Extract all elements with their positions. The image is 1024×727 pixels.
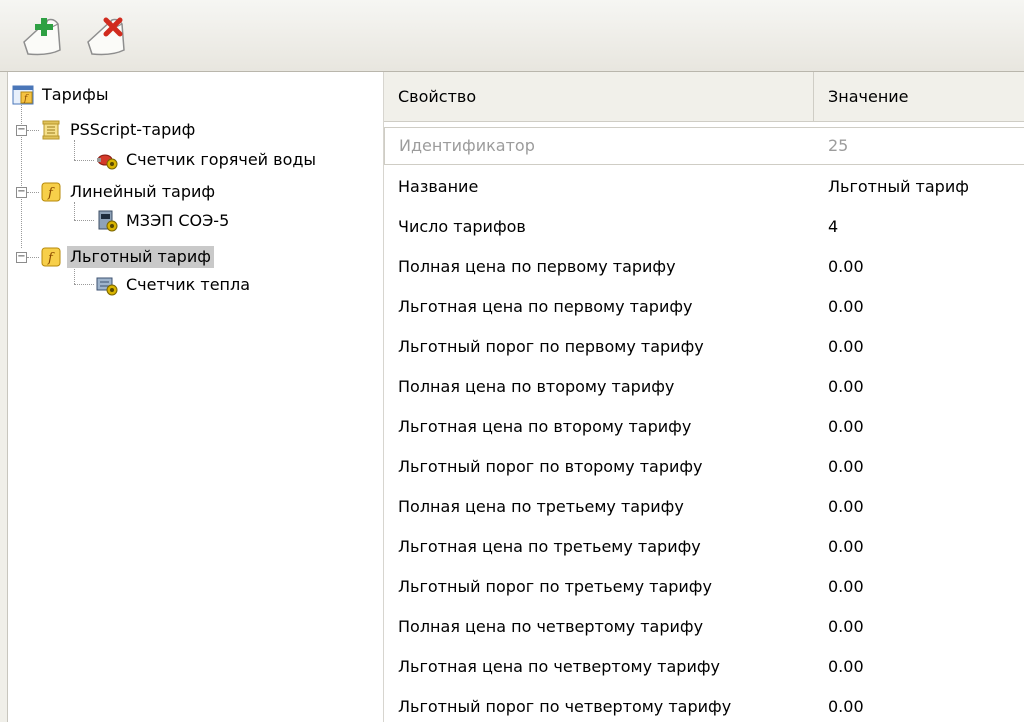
property-value[interactable]: 0.00 xyxy=(814,687,1024,727)
tree-item-label: МЗЭП СОЭ-5 xyxy=(126,211,230,230)
electric-meter-icon xyxy=(96,210,118,232)
property-name: Полная цена по третьему тарифу xyxy=(398,497,684,516)
tariff-tree[interactable]: f Тарифы − PSScript-тариф Счетчик горяче… xyxy=(8,72,384,722)
column-header-value[interactable]: Значение xyxy=(814,72,1024,121)
property-row[interactable]: Льготная цена по второму тарифу 0.00 xyxy=(384,407,1024,447)
tree-connector xyxy=(74,220,94,221)
property-value[interactable]: 0.00 xyxy=(814,647,1024,687)
collapse-toggle[interactable]: − xyxy=(16,187,27,198)
property-value[interactable]: 0.00 xyxy=(814,447,1024,487)
tree-connector xyxy=(74,140,75,160)
tree-item-label: PSScript-тариф xyxy=(70,120,196,139)
tree-root-tariffs[interactable]: f Тарифы xyxy=(12,82,111,108)
property-row[interactable]: Льготная цена по третьему тарифу 0.00 xyxy=(384,527,1024,567)
tree-item-label: Линейный тариф xyxy=(70,182,216,201)
tree-item-label: Счетчик тепла xyxy=(126,275,251,294)
property-row[interactable]: Полная цена по третьему тарифу 0.00 xyxy=(384,487,1024,527)
property-name: Льготная цена по четвертому тарифу xyxy=(398,657,720,676)
property-name: Льготный порог по первому тарифу xyxy=(398,337,704,356)
property-row[interactable]: Льготная цена по первому тарифу 0.00 xyxy=(384,287,1024,327)
property-row[interactable]: Льготный порог по четвертому тарифу 0.00 xyxy=(384,687,1024,727)
property-value[interactable]: 4 xyxy=(814,207,1024,247)
tree-connector xyxy=(74,160,94,161)
property-grid: Свойство Значение Идентификатор 25 Названи… xyxy=(384,72,1024,722)
property-name: Льготный порог по третьему тарифу xyxy=(398,577,712,596)
property-row[interactable]: Полная цена по второму тарифу 0.00 xyxy=(384,367,1024,407)
tree-connector xyxy=(74,284,94,285)
add-tariff-button[interactable] xyxy=(18,12,68,60)
tree-item-psscript-tariff[interactable]: PSScript-тариф xyxy=(40,117,198,143)
property-name: Число тарифов xyxy=(398,217,526,236)
property-row[interactable]: Льготный порог по третьему тарифу 0.00 xyxy=(384,567,1024,607)
property-row[interactable]: Льготный порог по первому тарифу 0.00 xyxy=(384,327,1024,367)
property-row[interactable]: Льготная цена по четвертому тарифу 0.00 xyxy=(384,647,1024,687)
property-row[interactable]: Число тарифов 4 xyxy=(384,207,1024,247)
add-document-icon xyxy=(23,18,61,56)
tree-connector xyxy=(27,257,39,258)
tree-item-electric-meter[interactable]: МЗЭП СОЭ-5 xyxy=(96,208,232,234)
function-tariff-icon: f xyxy=(40,246,62,268)
property-name: Идентификатор xyxy=(384,127,814,165)
property-row[interactable]: Льготный порог по второму тарифу 0.00 xyxy=(384,447,1024,487)
tree-item-heat-meter[interactable]: Счетчик тепла xyxy=(96,272,253,298)
property-value[interactable]: 0.00 xyxy=(814,367,1024,407)
heat-meter-icon xyxy=(96,274,118,296)
collapse-toggle[interactable]: − xyxy=(16,125,27,136)
property-row[interactable]: Полная цена по четвертому тарифу 0.00 xyxy=(384,607,1024,647)
property-value[interactable]: 0.00 xyxy=(814,287,1024,327)
property-name: Полная цена по четвертому тарифу xyxy=(398,617,704,636)
property-name: Полная цена по второму тарифу xyxy=(398,377,675,396)
tree-connector xyxy=(27,130,39,131)
tree-root-label: Тарифы xyxy=(42,85,109,104)
tree-connector xyxy=(27,192,39,193)
property-name: Льготный порог по второму тарифу xyxy=(398,457,703,476)
property-name: Полная цена по первому тарифу xyxy=(398,257,676,276)
property-value[interactable]: 0.00 xyxy=(814,327,1024,367)
delete-document-icon xyxy=(87,17,125,56)
property-name: Льготная цена по второму тарифу xyxy=(398,417,692,436)
property-name: Льготный порог по четвертому тарифу xyxy=(398,697,732,716)
property-value[interactable]: 0.00 xyxy=(814,567,1024,607)
property-row[interactable]: Название Льготный тариф xyxy=(384,167,1024,207)
property-value[interactable]: 0.00 xyxy=(814,607,1024,647)
tree-item-hot-water-meter[interactable]: Счетчик горячей воды xyxy=(96,147,319,173)
property-value[interactable]: 0.00 xyxy=(814,527,1024,567)
tree-item-linear-tariff[interactable]: f Линейный тариф xyxy=(40,179,218,205)
tree-item-label: Счетчик горячей воды xyxy=(126,150,317,169)
property-value[interactable]: 0.00 xyxy=(814,407,1024,447)
toolbar xyxy=(0,0,1024,72)
column-header-property[interactable]: Свойство xyxy=(384,72,814,121)
property-row[interactable]: Полная цена по первому тарифу 0.00 xyxy=(384,247,1024,287)
tariffs-root-icon: f xyxy=(12,84,34,106)
hot-water-meter-icon xyxy=(96,149,118,171)
function-tariff-icon: f xyxy=(40,181,62,203)
property-value[interactable]: Льготный тариф xyxy=(814,167,1024,207)
script-tariff-icon xyxy=(40,119,62,141)
property-value[interactable]: 0.00 xyxy=(814,247,1024,287)
window-left-edge xyxy=(0,72,8,722)
property-row[interactable]: Идентификатор 25 xyxy=(384,127,1024,167)
property-name: Льготная цена по третьему тарифу xyxy=(398,537,701,556)
property-value[interactable]: 0.00 xyxy=(814,487,1024,527)
delete-tariff-button[interactable] xyxy=(82,12,132,60)
property-value: 25 xyxy=(814,127,1024,165)
property-name: Льготная цена по первому тарифу xyxy=(398,297,693,316)
grid-header: Свойство Значение xyxy=(384,72,1024,122)
collapse-toggle[interactable]: − xyxy=(16,252,27,263)
tree-connector xyxy=(21,98,22,248)
tree-item-label: Льготный тариф xyxy=(67,246,214,268)
tree-item-preferential-tariff[interactable]: f Льготный тариф xyxy=(40,244,214,270)
property-name: Название xyxy=(398,177,479,196)
